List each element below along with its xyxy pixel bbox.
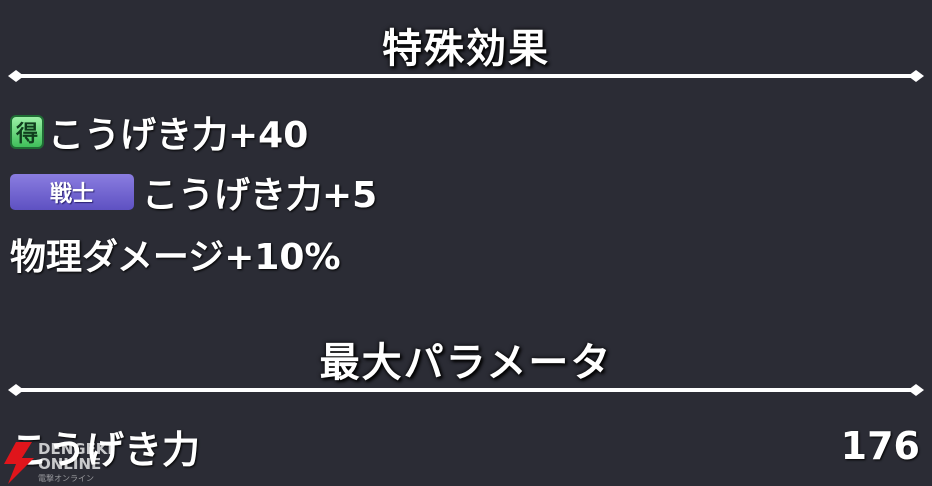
param-value: 176 [840,424,920,468]
effect-text: 物理ダメージ+10% [10,237,341,278]
lightning-logo-icon [4,442,34,484]
special-effects-divider [8,70,924,82]
warrior-job-badge: 戦士 [10,174,134,210]
effect-row-warrior-attack-5: 戦士 こうげき力+5 [10,170,377,216]
watermark-subtext: 電撃オンライン [38,474,94,483]
dengeki-online-watermark: DENGEKI ONLINE 電撃オンライン [2,440,132,486]
special-effects-title: 特殊効果 [382,26,550,72]
get-icon: 得 [10,115,44,149]
effect-row-attack-40: 得 こうげき力+40 [10,110,308,156]
effect-text: こうげき力+5 [142,175,378,216]
watermark-text: DENGEKI ONLINE [38,440,114,473]
max-params-title: 最大パラメータ [319,340,613,386]
param-row-attack: こうげき力 176 [10,420,920,472]
effect-text: こうげき力+40 [48,115,309,156]
max-params-divider [8,384,924,396]
effect-row-physical-damage: 物理ダメージ+10% [10,232,341,278]
